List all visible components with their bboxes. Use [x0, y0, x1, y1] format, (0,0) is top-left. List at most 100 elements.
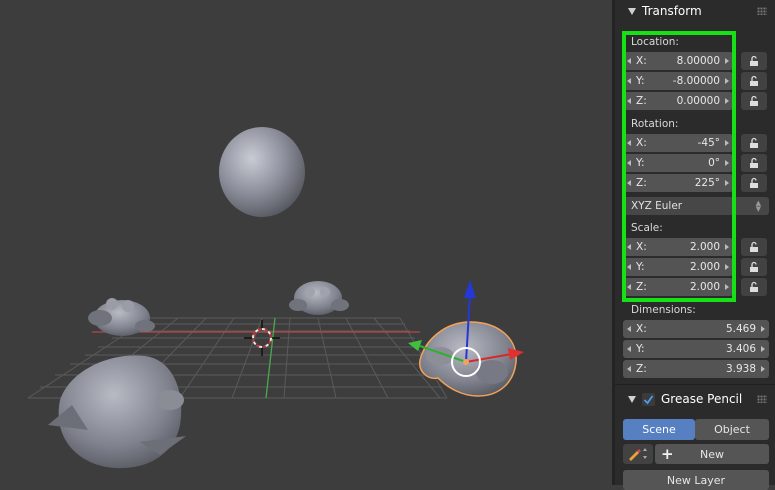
increment-arrow-icon[interactable]	[761, 346, 765, 352]
tab-object[interactable]: Object	[695, 419, 769, 440]
object-origin	[463, 359, 469, 365]
grease-pencil-checkbox[interactable]	[642, 392, 655, 406]
lock-location-z-button[interactable]	[741, 92, 767, 110]
increment-arrow-icon[interactable]	[725, 58, 729, 64]
axis-label: X:	[636, 137, 647, 149]
monkey-object-back[interactable]	[289, 281, 349, 315]
lock-rotation-z-button[interactable]	[741, 174, 767, 192]
axis-label: Z:	[636, 363, 647, 375]
rotation-y-field[interactable]: Y: 0°	[623, 154, 733, 172]
increment-arrow-icon[interactable]	[725, 244, 729, 250]
grease-pencil-panel-header[interactable]: Grease Pencil	[615, 388, 775, 410]
decrement-arrow-icon[interactable]	[627, 98, 631, 104]
lock-icon	[750, 75, 758, 86]
lock-icon	[750, 157, 758, 168]
axis-label: X:	[636, 55, 647, 67]
rotation-z-value: 225°	[694, 177, 720, 189]
lock-icon	[750, 261, 758, 272]
dimensions-z-field[interactable]: Z: 3.938	[623, 360, 769, 378]
z-arrow-icon[interactable]	[464, 280, 476, 298]
location-y-value: -8.00000	[672, 75, 720, 87]
rotation-x-value: -45°	[697, 137, 720, 149]
dimensions-z-value: 3.938	[725, 363, 756, 375]
lock-scale-x-button[interactable]	[741, 238, 767, 256]
lock-location-x-button[interactable]	[741, 52, 767, 70]
axis-label: Z:	[636, 95, 647, 107]
lock-rotation-x-button[interactable]	[741, 134, 767, 152]
tab-scene[interactable]: Scene	[623, 419, 695, 440]
rotation-label: Rotation:	[631, 118, 679, 130]
increment-arrow-icon[interactable]	[725, 284, 729, 290]
y-arrow-icon[interactable]	[408, 340, 422, 351]
checkmark-icon	[643, 394, 654, 404]
axis-label: Y:	[636, 343, 645, 355]
lock-icon	[750, 137, 758, 148]
3d-viewport[interactable]	[0, 0, 612, 485]
transform-panel-header[interactable]: Transform	[615, 0, 775, 22]
decrement-arrow-icon[interactable]	[627, 346, 631, 352]
decrement-arrow-icon[interactable]	[627, 284, 631, 290]
triangle-down-icon[interactable]	[628, 7, 636, 15]
scale-x-field[interactable]: X: 2.000	[623, 238, 733, 256]
lock-scale-y-button[interactable]	[741, 258, 767, 276]
viewport-scene[interactable]	[0, 0, 612, 485]
scale-y-field[interactable]: Y: 2.000	[623, 258, 733, 276]
dimensions-y-field[interactable]: Y: 3.406	[623, 340, 769, 358]
panel-separator	[615, 384, 775, 385]
grip-icon[interactable]	[757, 395, 767, 403]
monkey-object-front[interactable]	[48, 355, 186, 469]
rotation-z-field[interactable]: Z: 225°	[623, 174, 733, 192]
axis-label: Y:	[636, 261, 645, 273]
dimensions-label: Dimensions:	[631, 304, 696, 316]
decrement-arrow-icon[interactable]	[627, 326, 631, 332]
decrement-arrow-icon[interactable]	[627, 140, 631, 146]
increment-arrow-icon[interactable]	[761, 326, 765, 332]
new-layer-button[interactable]: New Layer	[623, 470, 769, 490]
pencil-icon	[629, 448, 647, 461]
decrement-arrow-icon[interactable]	[627, 264, 631, 270]
dimensions-x-field[interactable]: X: 5.469	[623, 320, 769, 338]
lock-icon	[750, 95, 758, 106]
location-z-field[interactable]: Z: 0.00000	[623, 92, 733, 110]
increment-arrow-icon[interactable]	[725, 98, 729, 104]
monkey-object-left[interactable]	[88, 298, 155, 336]
rotation-mode-select[interactable]: XYZ Euler ▲ ▼	[623, 197, 769, 215]
increment-arrow-icon[interactable]	[725, 160, 729, 166]
lock-location-y-button[interactable]	[741, 72, 767, 90]
increment-arrow-icon[interactable]	[725, 78, 729, 84]
decrement-arrow-icon[interactable]	[627, 58, 631, 64]
axis-label: Y:	[636, 75, 645, 87]
decrement-arrow-icon[interactable]	[627, 180, 631, 186]
decrement-arrow-icon[interactable]	[627, 366, 631, 372]
updown-arrows-icon: ▲ ▼	[755, 199, 761, 213]
decrement-arrow-icon[interactable]	[627, 160, 631, 166]
axis-label: X:	[636, 241, 647, 253]
new-grease-pencil-button[interactable]: + New	[655, 444, 769, 464]
triangle-down-icon[interactable]	[628, 395, 636, 403]
decrement-arrow-icon[interactable]	[627, 78, 631, 84]
lock-icon	[750, 177, 758, 188]
sphere-object[interactable]	[219, 127, 305, 217]
increment-arrow-icon[interactable]	[761, 366, 765, 372]
lock-scale-z-button[interactable]	[741, 278, 767, 296]
increment-arrow-icon[interactable]	[725, 264, 729, 270]
location-y-field[interactable]: Y: -8.00000	[623, 72, 733, 90]
location-x-field[interactable]: X: 8.00000	[623, 52, 733, 70]
increment-arrow-icon[interactable]	[725, 140, 729, 146]
rotation-y-value: 0°	[708, 157, 720, 169]
lock-icon	[750, 55, 758, 66]
grease-pencil-title: Grease Pencil	[661, 392, 743, 406]
grip-icon[interactable]	[757, 7, 767, 15]
location-z-value: 0.00000	[676, 95, 720, 107]
lock-rotation-y-button[interactable]	[741, 154, 767, 172]
dimensions-y-value: 3.406	[725, 343, 756, 355]
plus-icon: +	[661, 445, 674, 463]
decrement-arrow-icon[interactable]	[627, 244, 631, 250]
scale-z-field[interactable]: Z: 2.000	[623, 278, 733, 296]
rotation-mode-value: XYZ Euler	[631, 200, 683, 212]
increment-arrow-icon[interactable]	[725, 180, 729, 186]
grease-pencil-datablock-selector[interactable]	[623, 444, 653, 464]
dimensions-x-value: 5.469	[725, 323, 756, 335]
axis-label: Y:	[636, 157, 645, 169]
rotation-x-field[interactable]: X: -45°	[623, 134, 733, 152]
